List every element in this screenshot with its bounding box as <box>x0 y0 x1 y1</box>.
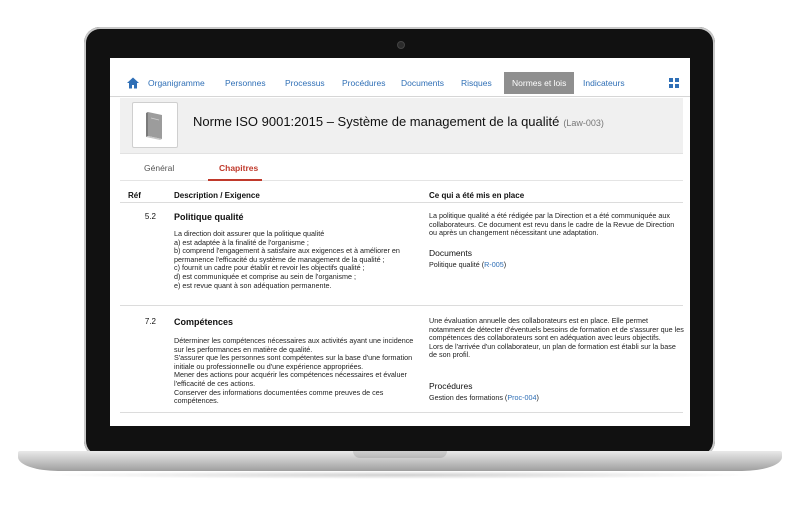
linked-section-title: Documents <box>429 248 472 258</box>
linked-item: Gestion des formations (Proc-004) <box>429 393 539 402</box>
requirement-description: Déterminer les compétences nécessaires a… <box>174 336 414 406</box>
linked-item-suffix: ) <box>503 260 507 269</box>
tab-general[interactable]: Général <box>144 163 174 173</box>
page-title: Norme ISO 9001:2015 – Système de managem… <box>193 114 604 129</box>
col-header-done: Ce qui a été mis en place <box>429 191 525 200</box>
book-icon <box>146 112 162 140</box>
linked-item-label: Gestion des formations ( <box>429 393 508 402</box>
active-tab-indicator <box>208 179 262 181</box>
row-ref: 5.2 <box>144 212 156 221</box>
row-ref: 7.2 <box>144 317 156 326</box>
nav-procedures[interactable]: Procédures <box>342 72 385 94</box>
book-icon-box <box>132 102 178 148</box>
nav-organigramme[interactable]: Organigramme <box>148 72 205 94</box>
tab-bar: Général Chapitres <box>120 154 683 181</box>
requirement-title: Politique qualité <box>174 212 244 222</box>
nav-personnes[interactable]: Personnes <box>225 72 266 94</box>
linked-section-title: Procédures <box>429 381 473 391</box>
linked-item: Politique qualité (R-005) <box>429 260 506 269</box>
col-header-description: Description / Exigence <box>174 191 260 200</box>
standard-header: Norme ISO 9001:2015 – Système de managem… <box>120 98 683 154</box>
top-nav: Organigramme Personnes Processus Procédu… <box>110 72 690 97</box>
laptop-notch <box>353 451 447 458</box>
linked-item-suffix: ) <box>536 393 539 402</box>
tab-chapitres[interactable]: Chapitres <box>219 163 258 173</box>
col-header-ref: Réf <box>128 191 141 200</box>
implementation-text: Une évaluation annuelle des collaborateu… <box>429 316 684 360</box>
linked-item-link[interactable]: R-005 <box>484 260 504 269</box>
nav-processus[interactable]: Processus <box>285 72 325 94</box>
row-divider <box>120 412 683 413</box>
requirement-title: Compétences <box>174 317 234 327</box>
page-title-text: Norme ISO 9001:2015 – Système de managem… <box>193 114 560 129</box>
nav-risques[interactable]: Risques <box>461 72 492 94</box>
app-screen: Organigramme Personnes Processus Procédu… <box>110 58 690 426</box>
header-divider <box>120 202 683 203</box>
linked-item-label: Politique qualité ( <box>429 260 485 269</box>
linked-item-link[interactable]: Proc-004 <box>507 393 536 402</box>
home-icon[interactable] <box>126 76 140 90</box>
nav-indicateurs[interactable]: Indicateurs <box>583 72 625 94</box>
grid-icon[interactable] <box>669 78 679 88</box>
laptop-shadow <box>40 471 760 479</box>
row-divider <box>120 305 683 306</box>
nav-documents[interactable]: Documents <box>401 72 444 94</box>
implementation-text: La politique qualité a été rédigée par l… <box>429 211 675 238</box>
nav-normes-et-lois[interactable]: Normes et lois <box>504 72 575 94</box>
camera <box>397 41 405 49</box>
standard-code: (Law-003) <box>563 118 604 128</box>
requirement-description: La direction doit assurer que la politiq… <box>174 229 400 290</box>
